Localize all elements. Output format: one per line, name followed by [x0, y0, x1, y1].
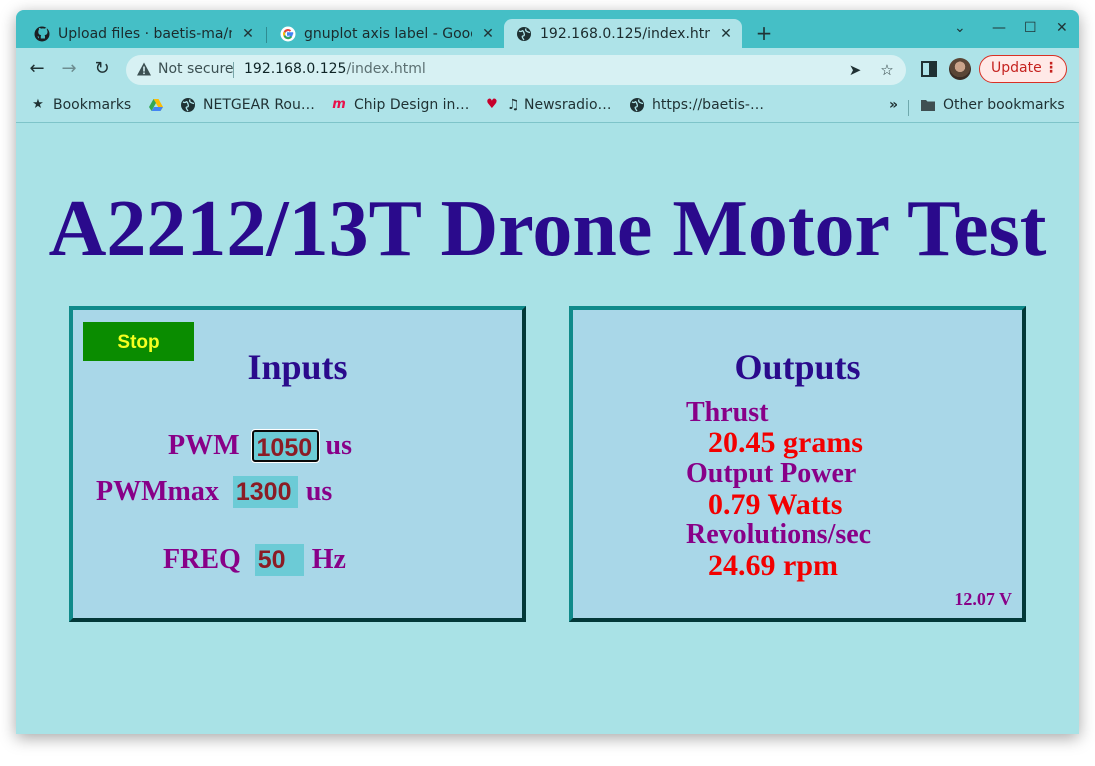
bookmark-baetis[interactable]: https://baetis-… [629, 97, 764, 113]
m-logo-icon: m [332, 97, 346, 112]
bookmark-netgear[interactable]: NETGEAR Rou… [180, 97, 315, 113]
globe-icon [181, 98, 195, 112]
pwmmax-unit: us [305, 476, 333, 507]
inputs-panel: Stop Inputs PWM 1050 us PWMmax 1300 us F… [69, 306, 526, 622]
close-icon[interactable]: ✕ [240, 26, 256, 42]
tab-title: Upload files · baetis-ma/m [58, 25, 232, 42]
output-power-label: Output Power [686, 458, 857, 489]
star-icon[interactable]: ☆ [878, 61, 896, 79]
chevron-double-right-icon[interactable]: » [889, 97, 898, 113]
bookmark-label: Chip Design in… [354, 97, 470, 113]
google-drive-icon [149, 99, 163, 111]
tab-motor-test[interactable]: 192.168.0.125/index.html ✕ [504, 19, 742, 48]
kebab-menu-icon[interactable]: ⋮ [1044, 56, 1058, 81]
update-label: Update [991, 60, 1042, 76]
pwmmax-input[interactable]: 1300 [232, 476, 298, 508]
browser-window: Upload files · baetis-ma/m ✕ gnuplot axi… [16, 10, 1079, 734]
globe-icon [517, 26, 531, 41]
outputs-panel: Outputs Thrust 20.45 grams Output Power … [569, 306, 1026, 622]
pwm-input[interactable]: 1050 [250, 429, 320, 463]
warning-icon [137, 62, 151, 76]
inputs-heading: Inputs [247, 347, 348, 387]
thrust-value: 20.45 grams [708, 426, 863, 459]
page-title: A2212/13T Drone Motor Test [48, 185, 1047, 273]
address-bar[interactable]: Not secure 192.168.0.125/index.html ➤ ☆ [126, 55, 906, 85]
pwm-unit: us [325, 430, 352, 461]
folder-icon [921, 100, 935, 111]
window-close-icon[interactable]: ✕ [1056, 20, 1068, 36]
freq-input[interactable]: 50 [254, 544, 304, 576]
minimize-icon[interactable]: — [992, 20, 1006, 36]
output-power-value: 0.79 Watts [708, 488, 843, 521]
star-icon: ★ [32, 97, 44, 112]
maximize-icon[interactable]: ☐ [1024, 20, 1037, 36]
pwm-label: PWM [168, 430, 240, 461]
bookmark-label: Bookmarks [53, 97, 132, 113]
send-icon[interactable]: ➤ [846, 61, 864, 79]
google-icon [280, 26, 296, 41]
freq-unit: Hz [311, 544, 346, 575]
tab-strip: Upload files · baetis-ma/m ✕ gnuplot axi… [16, 10, 1079, 48]
tab-gnuplot-search[interactable]: gnuplot axis label - Googl ✕ [268, 19, 504, 48]
github-icon [34, 26, 50, 41]
bookmarks-bar: ★ Bookmarks NETGEAR Rou… m Chip Design i… [16, 92, 1079, 123]
bookmark-newsradio[interactable]: ♥ ♫ Newsradio… [484, 97, 612, 113]
voltage-readout: 12.07 V [954, 589, 1012, 609]
bookmark-chip-design[interactable]: m Chip Design in… [331, 97, 469, 113]
reload-icon[interactable]: ↻ [91, 58, 113, 80]
revolutions-label: Revolutions/sec [686, 519, 872, 550]
browser-toolbar: ← → ↻ Not secure 192.168.0.125/index.htm… [16, 48, 1079, 92]
outputs-heading: Outputs [734, 347, 861, 387]
chevron-down-icon[interactable]: ⌄ [954, 20, 966, 36]
freq-row: FREQ 50 Hz [163, 544, 346, 576]
security-status: Not secure [158, 61, 234, 77]
tab-title: 192.168.0.125/index.html [540, 25, 710, 42]
pwmmax-row: PWMmax 1300 us [96, 476, 332, 508]
globe-icon [630, 98, 644, 112]
close-icon[interactable]: ✕ [718, 26, 734, 42]
tab-upload-files[interactable]: Upload files · baetis-ma/m ✕ [22, 19, 264, 48]
update-button[interactable]: Update ⋮ [979, 55, 1067, 83]
freq-label: FREQ [163, 544, 241, 575]
side-panel-icon[interactable] [919, 59, 939, 79]
new-tab-button[interactable]: + [754, 23, 774, 43]
divider [233, 62, 234, 78]
thrust-label: Thrust [686, 397, 769, 428]
iheart-icon: ♥ [486, 97, 498, 112]
url-text[interactable]: 192.168.0.125/index.html [244, 61, 426, 77]
url-path: /index.html [346, 61, 426, 77]
bookmark-label: Other bookmarks [943, 97, 1065, 113]
divider [908, 100, 909, 116]
tab-separator [266, 27, 267, 43]
profile-avatar[interactable] [949, 58, 971, 80]
revolutions-value: 24.69 rpm [708, 549, 838, 582]
close-icon[interactable]: ✕ [480, 26, 496, 42]
bookmark-label: NETGEAR Rou… [203, 97, 315, 113]
pwmmax-label: PWMmax [96, 476, 219, 507]
bookmark-bookmarks[interactable]: ★ Bookmarks [30, 97, 131, 113]
forward-arrow-icon[interactable]: → [58, 58, 80, 80]
bookmark-label: ♫ Newsradio… [507, 97, 612, 113]
bookmark-label: https://baetis-… [652, 97, 764, 113]
back-arrow-icon[interactable]: ← [26, 58, 48, 80]
bookmark-other[interactable]: Other bookmarks [920, 97, 1065, 113]
bookmark-drive[interactable] [148, 97, 171, 113]
tab-title: gnuplot axis label - Googl [304, 25, 472, 42]
url-host: 192.168.0.125 [244, 61, 347, 77]
pwm-row: PWM 1050 us [168, 429, 352, 463]
page-content: A2212/13T Drone Motor Test Stop Inputs P… [16, 123, 1079, 734]
